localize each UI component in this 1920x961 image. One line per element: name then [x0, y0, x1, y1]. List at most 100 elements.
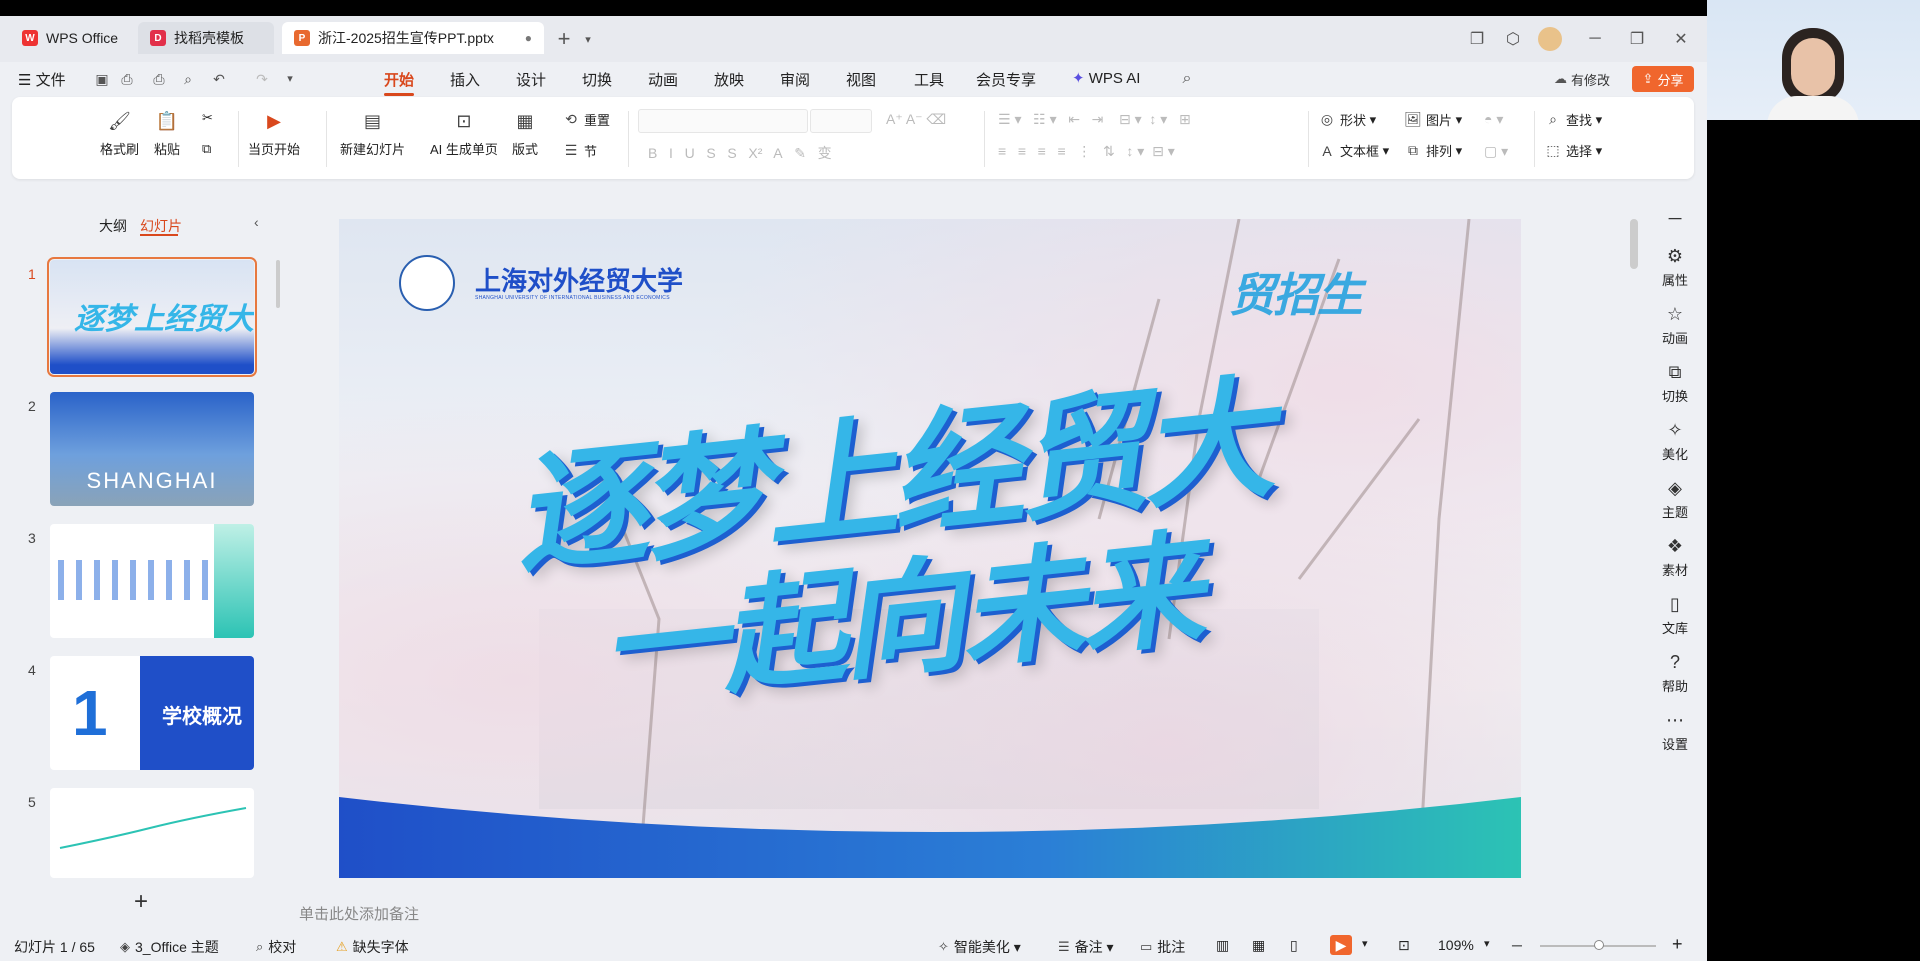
tab-tools[interactable]: 工具 [914, 69, 944, 90]
play-from-current-button[interactable]: ▶ 当页开始 [248, 109, 300, 158]
layout-button[interactable]: ▦ 版式 [512, 109, 538, 158]
cube-icon[interactable]: ⬡ [1502, 28, 1524, 50]
chevron-down-icon[interactable]: ▾ [1362, 937, 1368, 950]
tab-member[interactable]: 会员专享 [976, 69, 1036, 90]
slide-thumbnail-3[interactable] [50, 524, 254, 638]
undo-icon[interactable]: ↶ [210, 71, 228, 87]
save-icon[interactable]: ▣ [93, 71, 111, 87]
notes-placeholder[interactable]: 单击此处添加备注 [299, 903, 419, 924]
tab-transition[interactable]: 切换 [582, 69, 612, 90]
transition-button[interactable]: ⧉ 切换 [1652, 362, 1698, 405]
slide-thumbnail-5[interactable] [50, 788, 254, 878]
properties-button[interactable]: ⚙ 属性 [1652, 246, 1698, 289]
tab-design[interactable]: 设计 [516, 69, 546, 90]
chevron-down-icon[interactable]: ▾ [577, 28, 599, 50]
tab-outline[interactable]: 大纲 [99, 216, 127, 236]
smart-beautify-button[interactable]: ✧ 智能美化 ▾ [938, 937, 1021, 957]
tab-view[interactable]: 视图 [846, 69, 876, 90]
chevron-down-icon[interactable]: ▾ [281, 71, 299, 87]
format-painter-button[interactable]: 🖌 格式刷 [100, 109, 139, 158]
textbox-button[interactable]: A 文本框 ▾ [1318, 141, 1389, 160]
fill-color-icon[interactable]: ◓ ▾ [1484, 111, 1503, 128]
new-slide-button[interactable]: ▤ 新建幻灯片 [340, 109, 405, 158]
panel-minimize[interactable]: ─ [1652, 208, 1698, 232]
font-family-select[interactable] [638, 109, 808, 133]
export-icon[interactable]: ⎙ [118, 71, 136, 87]
section-button[interactable]: ☰ 节 [562, 141, 597, 160]
text-format-icons[interactable]: B I U S S X² A ✎ 变 [648, 143, 832, 163]
zoom-slider-handle[interactable] [1594, 940, 1604, 950]
settings-button[interactable]: ⋯ 设置 [1652, 710, 1698, 753]
tab-home[interactable]: 开始 [384, 69, 415, 96]
picture-button[interactable]: 🖼 图片 ▾ [1404, 110, 1462, 129]
library-button[interactable]: ▯ 文库 [1652, 594, 1698, 637]
slide-thumbnail-2[interactable]: SHANGHAI [50, 392, 254, 506]
arrange-button[interactable]: ⧉ 排列 ▾ [1404, 141, 1462, 160]
slide-canvas[interactable]: 上海对外经贸大学 SHANGHAI UNIVERSITY OF INTERNAT… [339, 219, 1521, 878]
select-button[interactable]: ⬚ 选择 ▾ [1544, 141, 1602, 160]
play-slideshow-button[interactable]: ▶ [1330, 935, 1352, 955]
zoom-level[interactable]: 109% [1438, 937, 1474, 953]
assets-button[interactable]: ❖ 素材 [1652, 536, 1698, 579]
collapse-panel-icon[interactable]: ‹ [254, 214, 259, 230]
reset-button[interactable]: ⟲ 重置 [562, 110, 610, 129]
zoom-out-icon[interactable]: ─ [1512, 937, 1522, 953]
fit-window-icon[interactable]: ⊡ [1398, 937, 1410, 954]
sorter-view-icon[interactable]: ▦ [1252, 937, 1265, 954]
proofread-button[interactable]: ⌕ 校对 [256, 937, 296, 957]
outline-color-icon[interactable]: ▢ ▾ [1484, 143, 1508, 160]
animation-button[interactable]: ☆ 动画 [1652, 304, 1698, 347]
play-icon: ▶ [267, 110, 281, 131]
restore-icon[interactable]: ❐ [1626, 28, 1648, 50]
copy-icon[interactable]: ⧉ [202, 141, 211, 157]
modified-button[interactable]: ☁ 有修改 [1554, 66, 1610, 92]
unsaved-dot-icon[interactable]: ● [525, 31, 532, 45]
redo-icon[interactable]: ↷ [253, 71, 271, 87]
slide-thumbnail-1[interactable]: 逐梦上经贸大 [47, 257, 257, 377]
theme-button[interactable]: ◈ 主题 [1652, 478, 1698, 521]
list-icons[interactable]: ☰ ▾ ☷ ▾ ⇤ ⇥ ⊟ ▾ ↕ ▾ ⊞ [998, 111, 1191, 128]
paste-button[interactable]: 📋 粘贴 [154, 109, 180, 158]
shape-button[interactable]: ◎ 形状 ▾ [1318, 110, 1376, 129]
normal-view-icon[interactable]: ▥ [1216, 937, 1229, 954]
theme-indicator[interactable]: ◈ 3_Office 主题 [120, 937, 219, 957]
help-label: 帮助 [1661, 679, 1688, 694]
slide-thumbnail-4[interactable]: 1 学校概况 [50, 656, 254, 770]
search-icon[interactable]: ⌕ [1178, 71, 1196, 87]
window-layout-icon[interactable]: ❐ [1466, 28, 1488, 50]
print-preview-icon[interactable]: ⌕ [179, 71, 197, 87]
tab-insert[interactable]: 插入 [450, 69, 480, 90]
minimize-icon[interactable]: ─ [1584, 28, 1606, 50]
print-icon[interactable]: ⎙ [150, 71, 168, 87]
tab-wps-ai[interactable]: ✦ WPS AI [1072, 69, 1140, 87]
find-button[interactable]: ⌕ 查找 ▾ [1544, 110, 1602, 129]
font-grow-icon[interactable]: A⁺ A⁻ ⌫ [886, 111, 946, 128]
panel-scrollbar[interactable] [276, 260, 280, 308]
alignment-icons[interactable]: ≡ ≡ ≡ ≡ ⋮ ⇅ ↕ ▾ ⊟ ▾ [998, 143, 1175, 160]
reading-view-icon[interactable]: ▯ [1290, 937, 1298, 954]
tab-animation[interactable]: 动画 [648, 69, 678, 90]
cut-icon[interactable]: ✂ [202, 110, 213, 126]
notes-button[interactable]: ☰ 备注 ▾ [1058, 937, 1114, 957]
tab-pptx-file[interactable]: P 浙江-2025招生宣传PPT.pptx ● [282, 22, 544, 54]
tab-slides[interactable]: 幻灯片 [140, 216, 182, 236]
missing-font-button[interactable]: ⚠ 缺失字体 [336, 937, 409, 957]
help-button[interactable]: ? 帮助 [1652, 652, 1698, 695]
chevron-down-icon[interactable]: ▾ [1484, 937, 1490, 950]
tab-slideshow[interactable]: 放映 [714, 69, 744, 90]
canvas-scrollbar[interactable] [1630, 219, 1638, 269]
tab-wps-office[interactable]: W WPS Office [10, 22, 134, 54]
new-tab-icon[interactable]: + [553, 26, 575, 51]
share-button[interactable]: ⇪ 分享 [1632, 66, 1694, 92]
file-menu[interactable]: ☰ 文件 [18, 69, 66, 90]
tab-review[interactable]: 审阅 [780, 69, 810, 90]
ai-single-page-button[interactable]: ⊡ AI 生成单页 [430, 109, 498, 158]
zoom-in-icon[interactable]: + [1672, 934, 1683, 955]
close-icon[interactable]: ✕ [1670, 28, 1692, 50]
beautify-button[interactable]: ✧ 美化 [1652, 420, 1698, 463]
tab-docer-templates[interactable]: D 找稻壳模板 [138, 22, 274, 54]
font-size-select[interactable] [810, 109, 872, 133]
add-slide-icon[interactable]: + [134, 888, 148, 916]
comments-button[interactable]: ▭ 批注 [1140, 937, 1185, 957]
avatar[interactable] [1538, 27, 1562, 51]
